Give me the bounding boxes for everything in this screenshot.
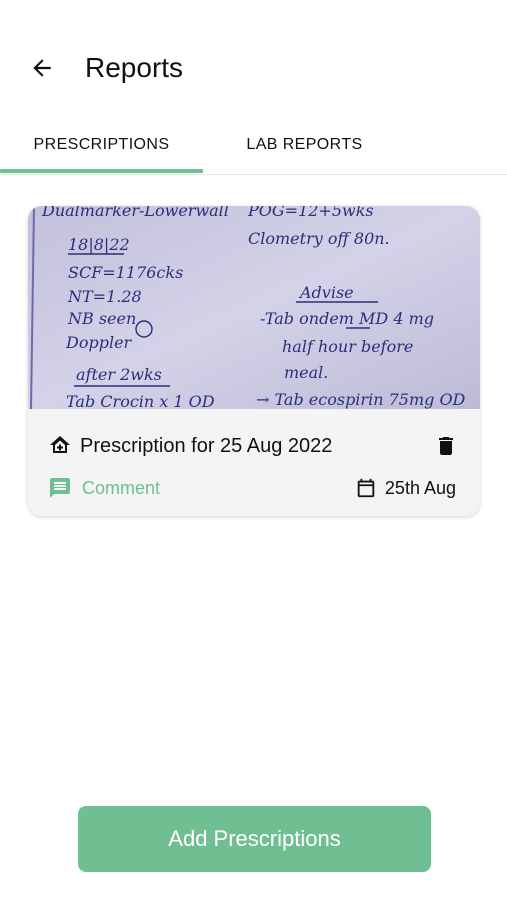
image-text-left-0: Dualmarker-Lowerwall bbox=[41, 206, 229, 220]
image-text-right-1: Clometry off 80n. bbox=[248, 229, 390, 248]
back-button[interactable] bbox=[26, 52, 58, 84]
prescription-image[interactable]: Dualmarker-Lowerwall 18|8|22 SCF=1176cks… bbox=[28, 206, 480, 409]
image-text-right-6: → Tab ecospirin 75mg OD bbox=[256, 390, 466, 409]
calendar-icon bbox=[357, 478, 375, 498]
date-label: 25th Aug bbox=[384, 477, 456, 498]
trash-icon bbox=[439, 437, 453, 455]
image-text-left-2: SCF=1176cks bbox=[68, 263, 183, 282]
tab-bar: PRESCRIPTIONS LAB REPORTS bbox=[0, 118, 507, 175]
image-text-left-7: Tab Crocin x 1 OD bbox=[66, 392, 215, 409]
delete-button[interactable] bbox=[434, 433, 458, 459]
arrow-left-icon bbox=[33, 59, 51, 77]
image-text-right-4: half hour before bbox=[282, 337, 413, 356]
image-text-right-5: meal. bbox=[284, 363, 328, 382]
home-icon bbox=[50, 436, 70, 453]
prescription-details: Prescription for 25 Aug 2022 Comment 25t… bbox=[28, 409, 480, 516]
add-prescriptions-button[interactable]: Add Prescriptions bbox=[78, 806, 431, 872]
image-text-left-5: Doppler bbox=[65, 333, 133, 352]
image-text-left-6: after 2wks bbox=[76, 365, 162, 384]
comment-label: Comment bbox=[82, 477, 161, 498]
prescription-card[interactable]: Dualmarker-Lowerwall 18|8|22 SCF=1176cks… bbox=[28, 206, 480, 516]
comment-button[interactable]: Comment bbox=[48, 475, 160, 501]
image-text-left-4: NB seen bbox=[67, 309, 136, 328]
tab-prescriptions[interactable]: PRESCRIPTIONS bbox=[0, 118, 203, 172]
image-text-right-3: -Tab ondem MD 4 mg bbox=[260, 309, 434, 328]
app-header: Reports bbox=[0, 0, 507, 120]
image-text-left-3: NT=1.28 bbox=[67, 287, 142, 306]
page-title: Reports bbox=[85, 52, 184, 83]
tab-lab-reports[interactable]: LAB REPORTS bbox=[203, 118, 406, 172]
prescription-title: Prescription for 25 Aug 2022 bbox=[80, 435, 333, 457]
active-tab-indicator bbox=[0, 169, 203, 173]
image-text-right-0: POG=12+5wks bbox=[247, 206, 374, 220]
comment-icon bbox=[50, 478, 70, 498]
image-text-left-1: 18|8|22 bbox=[68, 235, 130, 254]
image-text-right-2: Advise bbox=[298, 283, 354, 302]
prescription-date: 25th Aug bbox=[355, 475, 456, 501]
